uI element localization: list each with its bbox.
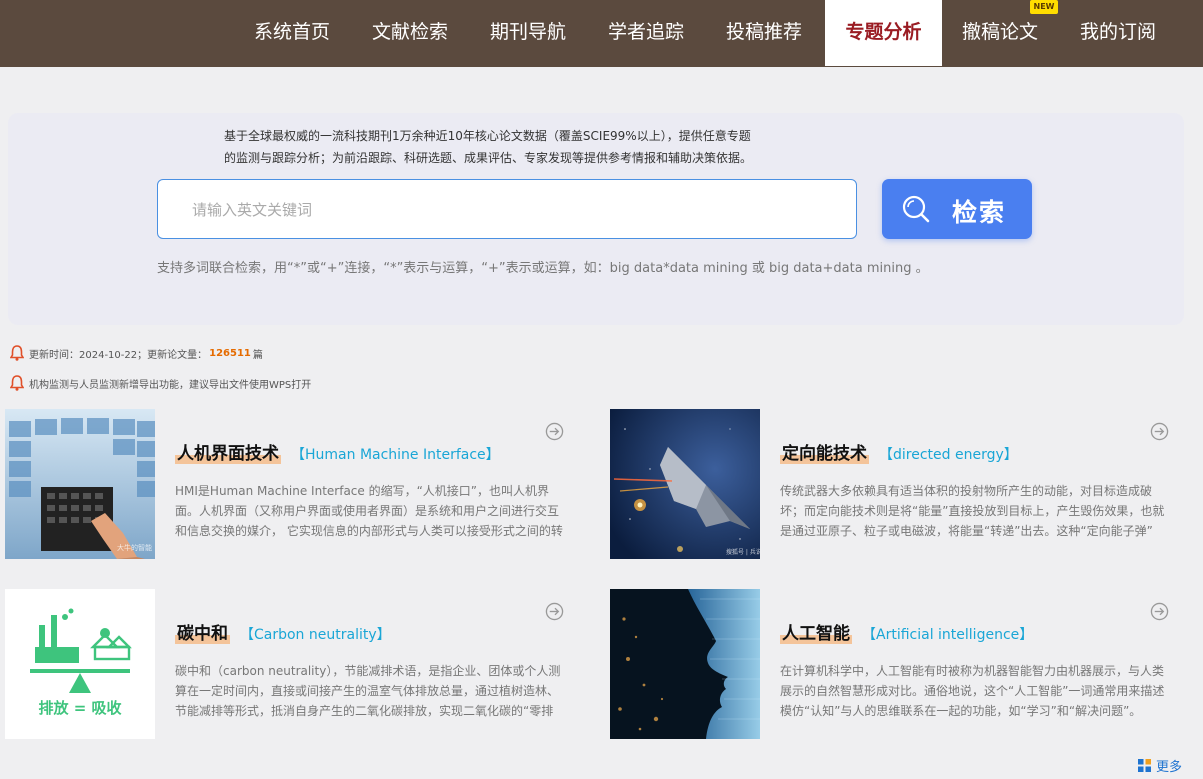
topic-card-hmi[interactable]: 大牛的智能 人机界面技术 【Human Machine Interface】 HM…	[5, 409, 585, 559]
topic-title: 定向能技术 【directed energy】	[780, 439, 1018, 464]
search-icon	[902, 195, 930, 223]
grid-icon	[1138, 759, 1151, 772]
intro-line-1: 基于全球最权威的一流科技期刊1万余种近10年核心论文数据（覆盖SCIE99%以上…	[224, 129, 751, 143]
topic-title-en: 【Artificial intelligence】	[862, 627, 1034, 643]
topic-card-directed-energy[interactable]: 搜狐号 | 兵说 定向能技术 【directed energy】 传统武器大多依赖…	[610, 409, 1190, 559]
search-button-label: 检索	[952, 198, 1007, 227]
topic-description: 传统武器大多依赖具有适当体积的投射物所产生的动能，对目标造成破坏；而定向能技术则…	[780, 484, 1165, 538]
topic-title-en: 【Carbon neutrality】	[240, 627, 391, 643]
export-tip-text: 机构监测与人员监测新增导出功能，建议导出文件使用WPS打开	[29, 379, 312, 391]
nav-journal-guide[interactable]: 期刊导航	[472, 0, 584, 66]
topic-card-carbon-neutrality[interactable]: 排放 = 吸收 碳中和 【Carbon neutrality】 碳中和（carbo…	[5, 589, 585, 739]
topic-description: 碳中和（carbon neutrality），节能减排术语，是指企业、团体或个人…	[175, 664, 561, 718]
arrow-right-circle-icon[interactable]	[545, 602, 564, 621]
topic-title: 碳中和 【Carbon neutrality】	[175, 619, 391, 644]
new-badge: NEW	[1030, 0, 1058, 14]
nav-scholar-tracking[interactable]: 学者追踪	[590, 0, 702, 66]
search-intro: 基于全球最权威的一流科技期刊1万余种近10年核心论文数据（覆盖SCIE99%以上…	[224, 125, 824, 169]
image-caption: 排放 = 吸收	[38, 699, 121, 717]
topic-image-hmi: 大牛的智能	[5, 409, 155, 559]
update-text: 更新时间：2024-10-22；更新论文量：	[29, 349, 208, 361]
topic-description: 在计算机科学中，人工智能有时被称为机器智能智力由机器展示，与人类展示的自然智慧形…	[780, 664, 1165, 718]
nav-literature-search[interactable]: 文献检索	[354, 0, 466, 66]
topic-title-en: 【Human Machine Interface】	[291, 447, 500, 463]
arrow-right-circle-icon[interactable]	[545, 422, 564, 441]
topic-title-en: 【directed energy】	[879, 447, 1018, 463]
topic-title: 人工智能 【Artificial intelligence】	[780, 619, 1033, 644]
topic-title: 人机界面技术 【Human Machine Interface】	[175, 439, 500, 464]
update-unit: 篇	[252, 349, 263, 361]
topic-card-artificial-intelligence[interactable]: 人工智能 【Artificial intelligence】 在计算机科学中，人工…	[610, 589, 1190, 739]
intro-line-2: 的监测与跟踪分析；为前沿跟踪、科研选题、成果评估、专家发现等提供参考情报和辅助决…	[224, 151, 753, 165]
nav-topic-analysis[interactable]: 专题分析	[825, 0, 942, 66]
export-notice: 机构监测与人员监测新增导出功能，建议导出文件使用WPS打开	[10, 375, 311, 391]
topic-title-zh: 人机界面技术	[175, 444, 281, 464]
search-hint: 支持多词联合检索，用“*”或“+”连接，“*”表示与运算，“+”表示或运算，如：…	[157, 261, 929, 276]
topic-image-artificial-intelligence	[610, 589, 760, 739]
image-watermark: 大牛的智能	[117, 543, 152, 552]
search-button[interactable]: 检索	[882, 179, 1032, 239]
topic-title-zh: 定向能技术	[780, 444, 869, 464]
topic-title-zh: 人工智能	[780, 624, 852, 644]
top-nav: 系统首页 文献检索 期刊导航 学者追踪 投稿推荐 专题分析 撤稿论文 NEW 我…	[0, 0, 1203, 67]
image-watermark: 搜狐号 | 兵说	[726, 548, 760, 556]
more-label: 更多	[1156, 760, 1183, 775]
arrow-right-circle-icon[interactable]	[1150, 422, 1169, 441]
update-notice: 更新时间：2024-10-22；更新论文量： 126511 篇	[10, 345, 263, 361]
topic-image-carbon-neutrality: 排放 = 吸收	[5, 589, 155, 739]
nav-home[interactable]: 系统首页	[236, 0, 348, 66]
nav-my-subscriptions[interactable]: 我的订阅	[1062, 0, 1174, 66]
topic-image-directed-energy: 搜狐号 | 兵说	[610, 409, 760, 559]
bell-icon	[10, 345, 24, 361]
more-link[interactable]: 更多	[1138, 756, 1182, 775]
bell-icon	[10, 375, 24, 391]
topic-description: HMI是Human Machine Interface 的缩写，“人机接口”，也…	[175, 484, 563, 538]
update-count: 126511	[209, 347, 251, 359]
search-box	[157, 179, 857, 239]
arrow-right-circle-icon[interactable]	[1150, 602, 1169, 621]
topic-title-zh: 碳中和	[175, 624, 230, 644]
nav-submission-recommend[interactable]: 投稿推荐	[708, 0, 820, 66]
search-input[interactable]	[192, 197, 812, 223]
